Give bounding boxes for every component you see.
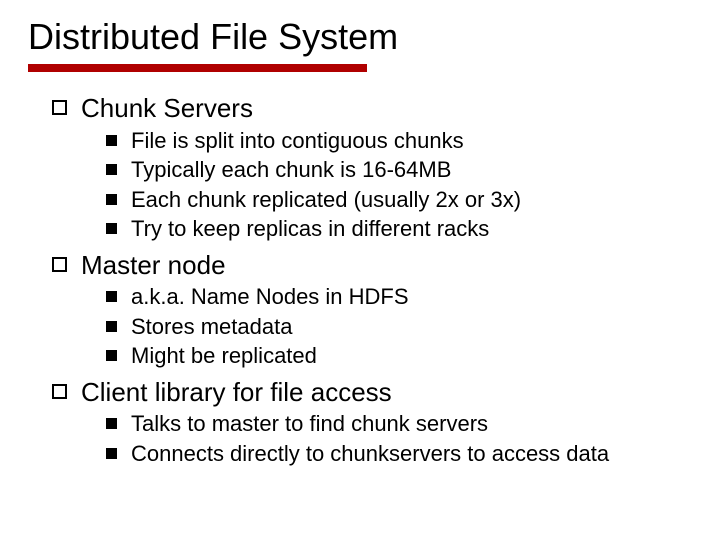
list-item-text: Might be replicated [131,342,317,370]
hollow-square-icon [52,100,67,115]
section-heading-text: Master node [81,249,226,282]
filled-square-icon [106,291,117,302]
list-item: Typically each chunk is 16-64MB [106,156,692,184]
filled-square-icon [106,135,117,146]
section-heading-text: Client library for file access [81,376,392,409]
list-item: Talks to master to find chunk servers [106,410,692,438]
filled-square-icon [106,448,117,459]
filled-square-icon [106,164,117,175]
filled-square-icon [106,321,117,332]
list-item-text: Stores metadata [131,313,292,341]
section-heading: Master node [52,249,692,282]
filled-square-icon [106,350,117,361]
slide: Distributed File System Chunk Servers Fi… [0,0,720,467]
list-item: Try to keep replicas in different racks [106,215,692,243]
list-item-text: Try to keep replicas in different racks [131,215,489,243]
list-item: Connects directly to chunkservers to acc… [106,440,692,468]
list-item: Stores metadata [106,313,692,341]
hollow-square-icon [52,384,67,399]
list-item-text: Each chunk replicated (usually 2x or 3x) [131,186,521,214]
hollow-square-icon [52,257,67,272]
filled-square-icon [106,223,117,234]
list-item: a.k.a. Name Nodes in HDFS [106,283,692,311]
list-item-text: File is split into contiguous chunks [131,127,464,155]
slide-title: Distributed File System [28,16,692,58]
filled-square-icon [106,418,117,429]
list-item-text: Typically each chunk is 16-64MB [131,156,451,184]
list-item-text: Connects directly to chunkservers to acc… [131,440,609,468]
list-item-text: Talks to master to find chunk servers [131,410,488,438]
filled-square-icon [106,194,117,205]
section-heading-text: Chunk Servers [81,92,253,125]
list-item: File is split into contiguous chunks [106,127,692,155]
list-item: Might be replicated [106,342,692,370]
list-item: Each chunk replicated (usually 2x or 3x) [106,186,692,214]
section-heading: Client library for file access [52,376,692,409]
list-item-text: a.k.a. Name Nodes in HDFS [131,283,409,311]
section-heading: Chunk Servers [52,92,692,125]
title-underline [28,64,367,72]
